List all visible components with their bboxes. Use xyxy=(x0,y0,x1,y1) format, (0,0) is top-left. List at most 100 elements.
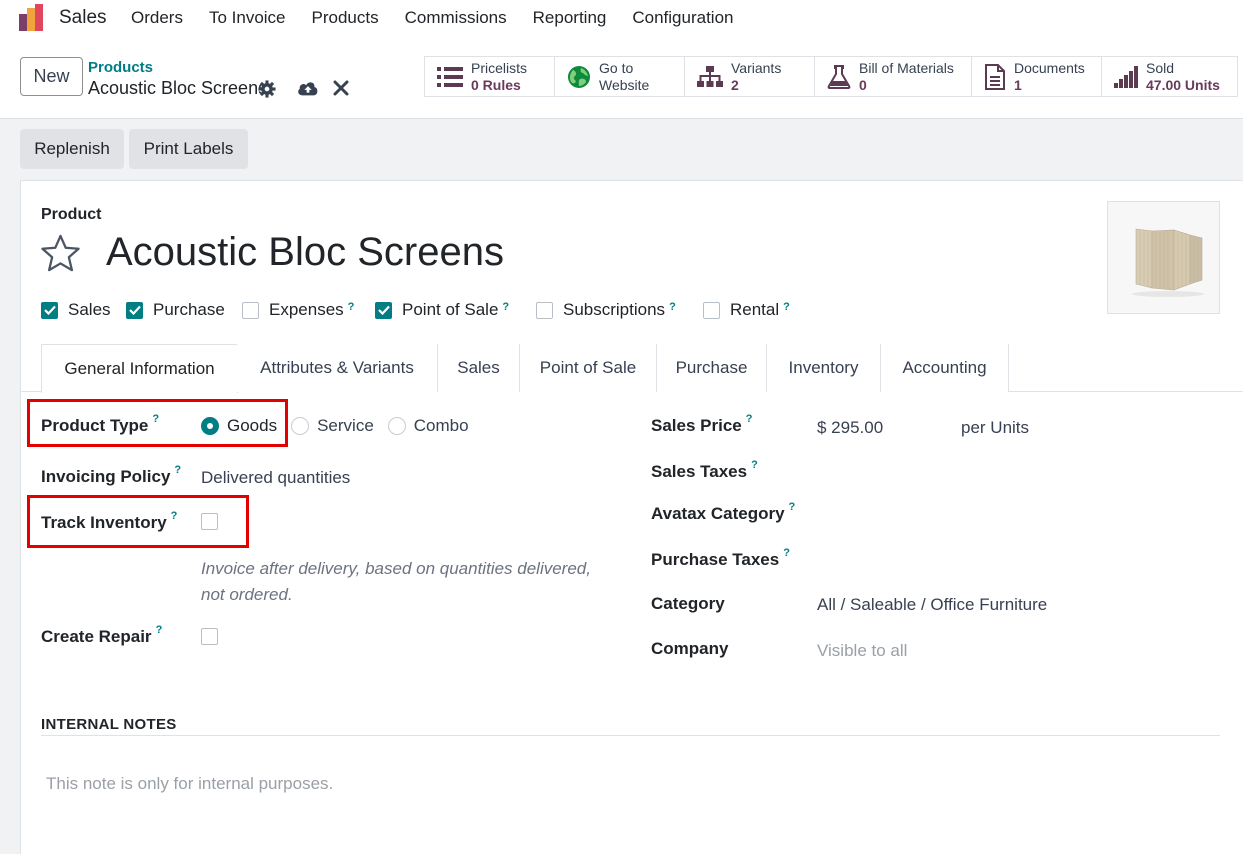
tab-purchase[interactable]: Purchase xyxy=(656,344,766,392)
gear-icon[interactable] xyxy=(258,80,276,98)
sold-button[interactable]: Sold 47.00 Units xyxy=(1102,57,1238,96)
sales-checkbox[interactable] xyxy=(41,301,58,319)
internal-notes-input[interactable]: This note is only for internal purposes. xyxy=(46,774,333,794)
top-navbar: Sales Orders To Invoice Products Commiss… xyxy=(0,0,1243,38)
tab-attributes-variants[interactable]: Attributes & Variants xyxy=(237,344,437,392)
point-of-sale-checkbox-label: Point of Sale xyxy=(402,300,499,319)
expenses-checkbox[interactable] xyxy=(242,301,259,319)
subscriptions-checkbox-label: Subscriptions xyxy=(563,300,666,319)
document-icon xyxy=(985,63,1005,90)
radio-combo[interactable] xyxy=(387,417,406,435)
help-tooltip[interactable]: ? xyxy=(751,459,758,471)
control-panel: New Products Acoustic Bloc Screens Price… xyxy=(0,38,1243,119)
highlight-product-type xyxy=(27,399,288,447)
checkbox-expenses[interactable]: Expenses ? xyxy=(242,300,354,320)
tab-general-information[interactable]: General Information xyxy=(41,344,238,393)
product-title[interactable]: Acoustic Bloc Screens xyxy=(106,230,504,275)
menu-products[interactable]: Products xyxy=(312,8,379,28)
print-labels-button[interactable]: Print Labels xyxy=(129,129,248,169)
sales-price-label: Sales Price? xyxy=(651,413,753,435)
sales-checkbox-label: Sales xyxy=(68,300,111,319)
highlight-track-inventory xyxy=(27,495,249,548)
purchase-taxes-label: Purchase Taxes? xyxy=(651,547,790,569)
pricelists-label: Pricelists xyxy=(471,59,528,76)
help-tooltip[interactable]: ? xyxy=(174,464,181,476)
product-image[interactable] xyxy=(1107,201,1220,314)
go-to-website-button[interactable]: Go to Website xyxy=(555,57,685,96)
smart-buttons: Pricelists 0 Rules Go to Website Variants 2… xyxy=(424,56,1238,97)
checkbox-point-of-sale[interactable]: Point of Sale ? xyxy=(375,300,509,320)
menu-orders[interactable]: Orders xyxy=(131,8,183,28)
radio-combo-label[interactable]: Combo xyxy=(414,416,469,436)
checkbox-sales[interactable]: Sales xyxy=(41,300,111,320)
help-tooltip[interactable]: ? xyxy=(783,547,790,559)
check-icon xyxy=(128,305,141,315)
checkbox-subscriptions[interactable]: Subscriptions ? xyxy=(536,300,676,320)
signal-icon xyxy=(1114,65,1138,88)
bill-of-materials-button[interactable]: Bill of Materials 0 xyxy=(815,57,972,96)
help-tooltip[interactable]: ? xyxy=(502,301,509,313)
notebook-tabs: General Information Attributes & Variant… xyxy=(20,344,1243,393)
check-icon xyxy=(377,305,390,315)
tab-sales[interactable]: Sales xyxy=(437,344,519,392)
pricelists-button[interactable]: Pricelists 0 Rules xyxy=(425,57,555,96)
sales-price-value[interactable]: $ 295.00 xyxy=(817,418,883,438)
category-value[interactable]: All / Saleable / Office Furniture xyxy=(817,595,1047,615)
checkbox-rental[interactable]: Rental ? xyxy=(703,300,790,320)
create-repair-checkbox[interactable] xyxy=(201,628,218,645)
create-repair-label: Create Repair? xyxy=(41,624,163,646)
menu-to-invoice[interactable]: To Invoice xyxy=(209,8,286,28)
invoicing-policy-label: Invoicing Policy? xyxy=(41,464,182,486)
replenish-button[interactable]: Replenish xyxy=(20,129,124,169)
menu-commissions[interactable]: Commissions xyxy=(405,8,507,28)
website-label: Website xyxy=(599,76,650,93)
point-of-sale-checkbox[interactable] xyxy=(375,301,392,319)
variants-label: Variants xyxy=(731,59,782,76)
help-tooltip[interactable]: ? xyxy=(789,501,796,513)
purchase-checkbox[interactable] xyxy=(126,301,143,319)
rental-checkbox-label: Rental xyxy=(730,300,780,319)
globe-icon xyxy=(568,65,590,88)
discard-icon[interactable] xyxy=(333,80,349,96)
sales-app-icon[interactable] xyxy=(18,4,46,32)
company-value[interactable]: Visible to all xyxy=(817,641,907,661)
pricelists-value: 0 Rules xyxy=(471,76,521,93)
tab-accounting[interactable]: Accounting xyxy=(880,344,1009,392)
star-icon[interactable] xyxy=(40,234,81,272)
documents-button[interactable]: Documents 1 xyxy=(972,57,1102,96)
app-name[interactable]: Sales xyxy=(59,7,107,29)
help-tooltip[interactable]: ? xyxy=(783,301,790,313)
tab-inventory[interactable]: Inventory xyxy=(766,344,880,392)
rental-checkbox[interactable] xyxy=(703,301,720,319)
variants-button[interactable]: Variants 2 xyxy=(685,57,815,96)
company-label: Company xyxy=(651,639,729,658)
product-label: Product xyxy=(41,206,102,223)
breadcrumb[interactable]: Products xyxy=(88,59,153,76)
help-tooltip[interactable]: ? xyxy=(669,301,676,313)
go-to-label: Go to xyxy=(599,59,634,76)
help-tooltip[interactable]: ? xyxy=(156,624,163,636)
new-button[interactable]: New xyxy=(20,57,83,96)
tab-point-of-sale[interactable]: Point of Sale xyxy=(519,344,656,392)
flask-icon xyxy=(827,64,851,89)
sold-label: Sold xyxy=(1146,59,1175,76)
menu-configuration[interactable]: Configuration xyxy=(632,8,733,28)
internal-notes-title: INTERNAL NOTES xyxy=(41,716,177,733)
sales-taxes-label: Sales Taxes? xyxy=(651,459,758,481)
subscriptions-checkbox[interactable] xyxy=(536,301,553,319)
help-tooltip[interactable]: ? xyxy=(348,301,355,313)
invoicing-policy-value[interactable]: Delivered quantities xyxy=(201,468,350,488)
record-name: Acoustic Bloc Screens xyxy=(88,78,268,98)
radio-service-label[interactable]: Service xyxy=(317,416,374,436)
checkbox-purchase[interactable]: Purchase xyxy=(126,300,225,320)
invoicing-help-text: Invoice after delivery, based on quantit… xyxy=(201,559,591,604)
variants-value: 2 xyxy=(731,76,739,93)
check-icon xyxy=(43,305,56,315)
cloud-upload-icon[interactable] xyxy=(297,79,319,97)
menu-reporting[interactable]: Reporting xyxy=(533,8,607,28)
avatax-category-label: Avatax Category? xyxy=(651,501,796,523)
list-icon xyxy=(437,66,463,87)
sitemap-icon xyxy=(697,65,723,87)
help-tooltip[interactable]: ? xyxy=(746,413,753,425)
radio-service[interactable] xyxy=(291,417,310,435)
